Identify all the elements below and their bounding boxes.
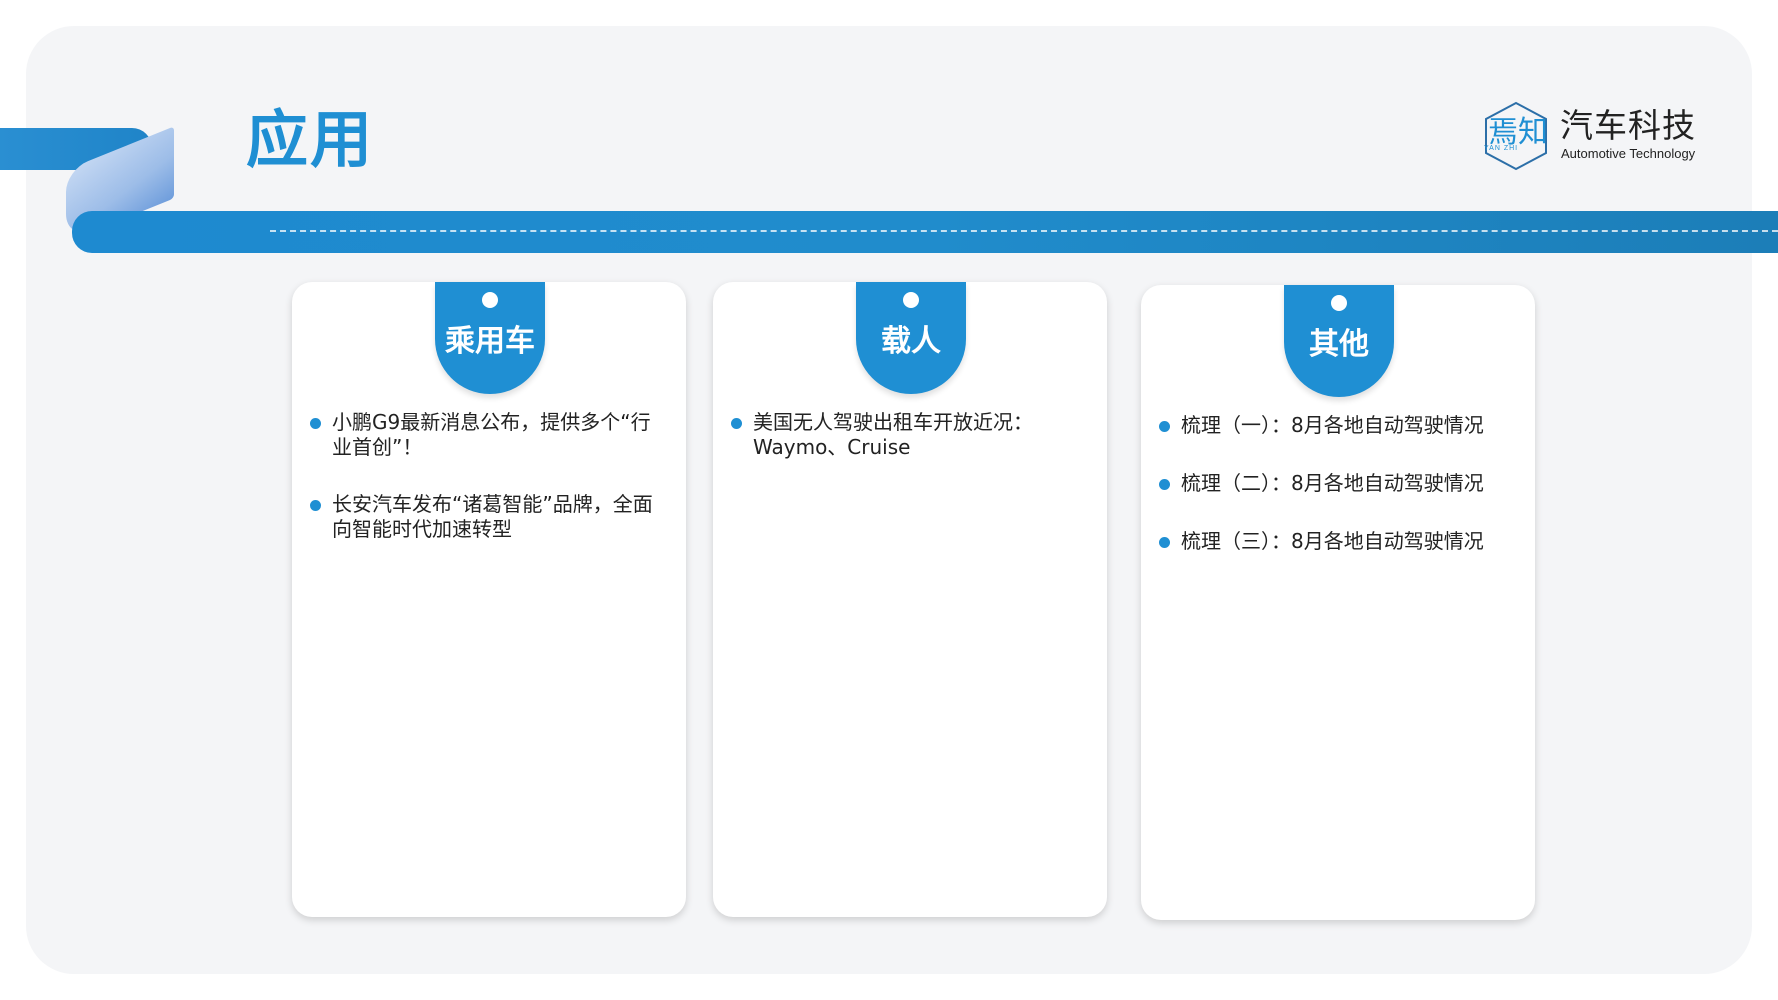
bullet-icon [1159,479,1170,490]
card-item-list: 梳理（一）：8月各地自动驾驶情况 梳理（二）：8月各地自动驾驶情况 梳理（三）：… [1159,413,1519,587]
card-passenger-transport: 载人 美国无人驾驶出租车开放近况：Waymo、Cruise [713,282,1107,917]
list-item-text: 梳理（二）：8月各地自动驾驶情况 [1181,471,1484,495]
card-tag: 乘用车 [435,282,545,394]
page-title: 应用 [246,103,375,176]
list-item-text: 美国无人驾驶出租车开放近况：Waymo、Cruise [753,410,1033,459]
bullet-icon [310,500,321,511]
brand-logo: 焉知 YAN ZHI 汽车科技 Automotive Technology [1480,100,1710,175]
list-item-text: 梳理（三）：8月各地自动驾驶情况 [1181,529,1484,553]
card-label: 乘用车 [445,324,535,359]
list-item[interactable]: 小鹏G9最新消息公布，提供多个“行业首创”！ [310,410,670,460]
list-item[interactable]: 长安汽车发布“诸葛智能”品牌，全面向智能时代加速转型 [310,492,670,542]
list-item-text: 小鹏G9最新消息公布，提供多个“行业首创”！ [332,410,651,459]
header-band [72,211,1778,253]
logo-mark-subtext: YAN ZHI [1484,145,1518,152]
bullet-icon [731,418,742,429]
logo-name-en: Automotive Technology [1561,146,1696,161]
card-label: 其他 [1309,327,1369,362]
card-tag: 其他 [1284,285,1394,397]
header-band-dashed-line [270,230,1778,232]
bullet-icon [310,418,321,429]
bullet-icon [1159,537,1170,548]
card-item-list: 美国无人驾驶出租车开放近况：Waymo、Cruise [731,410,1091,492]
tag-hole [903,292,919,308]
card-tag: 载人 [856,282,966,394]
tag-hole [482,292,498,308]
bullet-icon [1159,421,1170,432]
list-item[interactable]: 梳理（一）：8月各地自动驾驶情况 [1159,413,1519,438]
list-item-text: 长安汽车发布“诸葛智能”品牌，全面向智能时代加速转型 [332,492,653,541]
logo-name-cn: 汽车科技 [1560,106,1696,145]
card-item-list: 小鹏G9最新消息公布，提供多个“行业首创”！ 长安汽车发布“诸葛智能”品牌，全面… [310,410,670,574]
card-label: 载人 [881,324,941,359]
list-item[interactable]: 梳理（二）：8月各地自动驾驶情况 [1159,471,1519,496]
list-item-text: 梳理（一）：8月各地自动驾驶情况 [1181,413,1484,437]
tag-hole [1331,295,1347,311]
list-item[interactable]: 梳理（三）：8月各地自动驾驶情况 [1159,529,1519,554]
card-passenger-car: 乘用车 小鹏G9最新消息公布，提供多个“行业首创”！ 长安汽车发布“诸葛智能”品… [292,282,686,917]
hexagon-logo-icon: 焉知 YAN ZHI [1484,101,1548,171]
list-item[interactable]: 美国无人驾驶出租车开放近况：Waymo、Cruise [731,410,1091,460]
card-other: 其他 梳理（一）：8月各地自动驾驶情况 梳理（二）：8月各地自动驾驶情况 梳理（… [1141,285,1535,920]
